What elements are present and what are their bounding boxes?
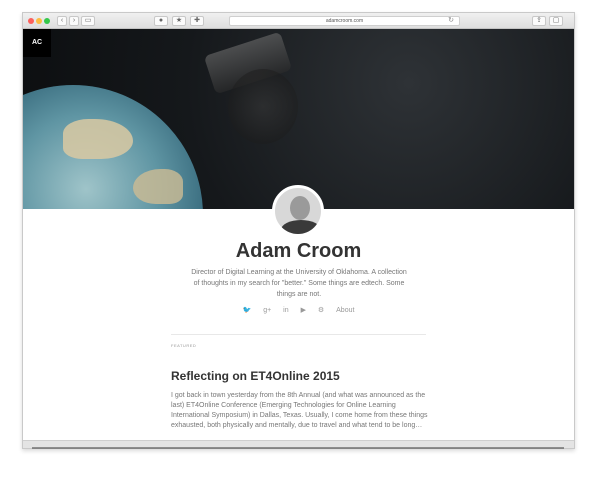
hero-banner [23,29,574,209]
site-title: Adam Croom [235,240,362,262]
site-bio: Director of Digital Learning at the Univ… [191,269,407,298]
github-icon[interactable]: ⚙ [318,306,324,314]
linkedin-icon[interactable]: in [283,307,288,314]
address-bar[interactable]: adamcroom.com ↻ [229,16,460,26]
google-plus-icon[interactable]: g+ [263,307,271,314]
site-logo[interactable]: AC [23,29,51,57]
featured-label: FEATURED [171,343,197,348]
browser-window: ‹ › ▭ ● ★ ✚ adamcroom.com ↻ ⇪ ▢ AC Adam … [22,12,575,449]
post-excerpt: I got back in town yesterday from the 8t… [171,392,428,429]
puzzle-icon[interactable]: ✚ [190,16,204,26]
about-link[interactable]: About [336,307,354,314]
extension-icon[interactable]: ★ [172,16,186,26]
sidebar-button[interactable]: ▭ [81,16,95,26]
reload-icon[interactable]: ↻ [448,17,454,25]
window-shadow [32,447,564,449]
avatar-head [290,196,310,220]
avatar-body [281,220,321,234]
browser-toolbar: ‹ › ▭ ● ★ ✚ adamcroom.com ↻ ⇪ ▢ [23,13,574,29]
avatar [272,185,324,237]
camera-lens-image [228,69,298,144]
globe-land [63,119,133,159]
close-window-button[interactable] [28,18,34,24]
youtube-icon[interactable]: ▶ [301,306,306,314]
share-button[interactable]: ⇪ [532,16,546,26]
social-links: 🐦 g+ in ▶ ⚙ About [23,306,574,314]
forward-button[interactable]: › [69,16,79,26]
twitter-icon[interactable]: 🐦 [243,306,252,314]
url-text: adamcroom.com [325,18,364,24]
section-divider [171,334,426,335]
privacy-icon[interactable]: ● [154,16,168,26]
globe-land [133,169,183,204]
back-button[interactable]: ‹ [57,16,67,26]
zoom-window-button[interactable] [44,18,50,24]
tabs-button[interactable]: ▢ [549,16,563,26]
minimize-window-button[interactable] [36,18,42,24]
post-title[interactable]: Reflecting on ET4Online 2015 [171,369,340,383]
